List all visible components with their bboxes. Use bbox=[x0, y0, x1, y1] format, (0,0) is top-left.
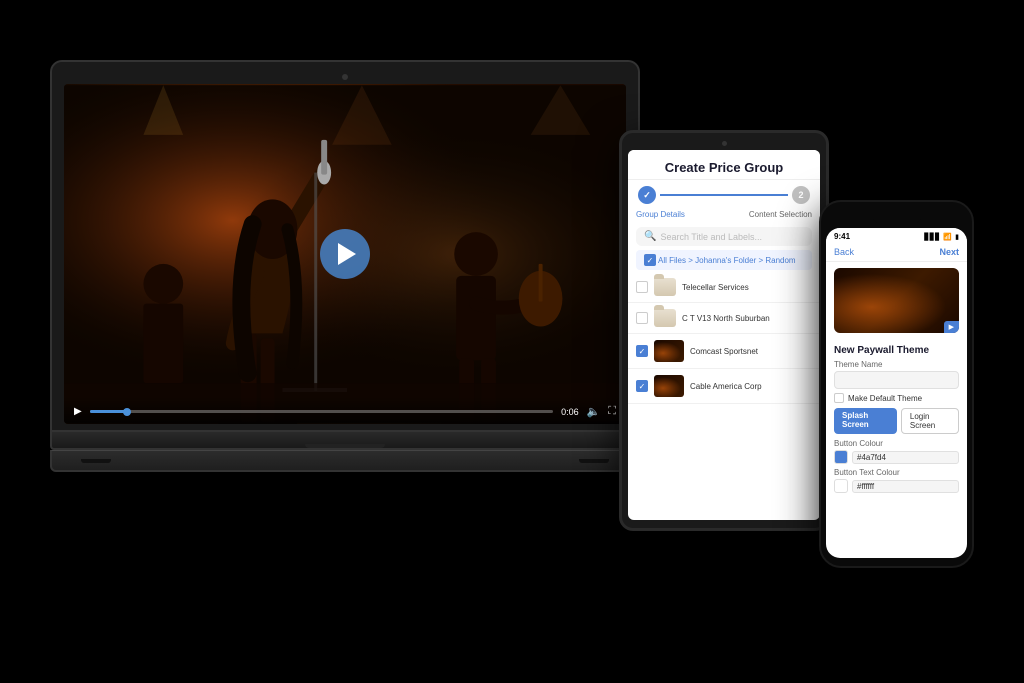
laptop-device: ▶ 0:06 🔈 ⛶ bbox=[50, 60, 640, 472]
step-1-icon: ✓ bbox=[643, 190, 651, 201]
button-colour-value[interactable]: #4a7fd4 bbox=[852, 451, 959, 464]
file-checkbox-2[interactable] bbox=[636, 312, 648, 324]
file-thumbnail-3 bbox=[654, 340, 684, 362]
laptop-base bbox=[50, 432, 640, 450]
fullscreen-icon[interactable]: ⛶ bbox=[608, 405, 616, 418]
button-text-colour-swatch[interactable] bbox=[834, 479, 848, 493]
phone-video-play-overlay: ▶ bbox=[944, 321, 959, 333]
file-item-1[interactable]: Telecellar Services bbox=[628, 272, 820, 303]
laptop-feet bbox=[81, 459, 608, 463]
splash-screen-button[interactable]: Splash Screen bbox=[834, 408, 897, 434]
search-icon: 🔍 bbox=[644, 231, 656, 242]
progress-fill bbox=[90, 410, 127, 413]
laptop-foot-right bbox=[579, 459, 609, 463]
step-2-circle[interactable]: 2 bbox=[792, 186, 810, 204]
default-theme-checkbox[interactable] bbox=[834, 393, 844, 403]
phone-next-button[interactable]: Next bbox=[939, 247, 959, 257]
step-labels: Group Details Content Selection bbox=[628, 210, 820, 223]
breadcrumb-checkbox[interactable]: ✓ bbox=[644, 254, 656, 266]
login-screen-button[interactable]: Login Screen bbox=[901, 408, 959, 434]
folder-icon-2 bbox=[654, 309, 676, 327]
file-item-2[interactable]: C T V13 North Suburban bbox=[628, 303, 820, 334]
button-text-colour-row: #ffffff bbox=[834, 479, 959, 493]
volume-icon[interactable]: 🔈 bbox=[587, 405, 601, 418]
phone-status-icons: ▊▊▊ 📶 ▮ bbox=[924, 232, 959, 241]
button-colour-row: #4a7fd4 bbox=[834, 450, 959, 464]
button-text-colour-label: Button Text Colour bbox=[834, 468, 959, 477]
screen-type-buttons: Splash Screen Login Screen bbox=[834, 408, 959, 434]
phone-paywall-section: New Paywall Theme Theme Name Make Defaul… bbox=[826, 339, 967, 434]
signal-icon: ▊▊▊ bbox=[924, 233, 940, 241]
tablet-camera bbox=[722, 141, 727, 146]
file-name-1: Telecellar Services bbox=[682, 283, 812, 292]
phone-section-title: New Paywall Theme bbox=[834, 345, 959, 356]
button-text-colour-value[interactable]: #ffffff bbox=[852, 480, 959, 493]
file-name-2: C T V13 North Suburban bbox=[682, 314, 812, 323]
phone-notch bbox=[872, 212, 922, 224]
file-checkbox-4[interactable] bbox=[636, 380, 648, 392]
tablet-title: Create Price Group bbox=[638, 160, 810, 175]
main-scene: ▶ 0:06 🔈 ⛶ bbox=[0, 0, 1024, 683]
play-pause-button[interactable]: ▶ bbox=[74, 406, 82, 417]
phone-color-section: Button Colour #4a7fd4 Button Text Colour… bbox=[826, 439, 967, 493]
wifi-icon: 📶 bbox=[943, 233, 952, 241]
tablet-search-bar[interactable]: 🔍 Search Title and Labels... bbox=[636, 227, 812, 246]
phone-header: Back Next bbox=[826, 243, 967, 262]
step-1-circle[interactable]: ✓ bbox=[638, 186, 656, 204]
file-checkbox-3[interactable] bbox=[636, 345, 648, 357]
phone-status-bar: 9:41 ▊▊▊ 📶 ▮ bbox=[826, 228, 967, 243]
phone-device: 9:41 ▊▊▊ 📶 ▮ Back Next ▶ New Paywall The… bbox=[819, 200, 974, 568]
theme-name-label: Theme Name bbox=[834, 360, 959, 369]
file-thumbnail-inner-3 bbox=[654, 340, 684, 362]
step-connector bbox=[660, 194, 788, 196]
stepper: ✓ 2 bbox=[628, 180, 820, 210]
file-item-4[interactable]: Cable America Corp bbox=[628, 369, 820, 404]
step-2-number: 2 bbox=[798, 190, 803, 200]
phone-time: 9:41 bbox=[834, 232, 850, 241]
step-1-label: Group Details bbox=[636, 210, 685, 219]
tablet-screen: Create Price Group ✓ 2 Group Details Con… bbox=[628, 150, 820, 520]
folder-icon-1 bbox=[654, 278, 676, 296]
button-colour-label: Button Colour bbox=[834, 439, 959, 448]
breadcrumb-text: All Files > Johanna's Folder > Random bbox=[658, 256, 796, 265]
play-icon bbox=[338, 243, 356, 265]
theme-name-input[interactable] bbox=[834, 371, 959, 389]
laptop-hinge bbox=[305, 444, 385, 448]
search-placeholder: Search Title and Labels... bbox=[660, 232, 762, 242]
phone-video-thumbnail[interactable]: ▶ bbox=[834, 268, 959, 333]
file-checkbox-1[interactable] bbox=[636, 281, 648, 293]
laptop-bezel: ▶ 0:06 🔈 ⛶ bbox=[50, 60, 640, 432]
file-thumbnail-4 bbox=[654, 375, 684, 397]
button-colour-swatch[interactable] bbox=[834, 450, 848, 464]
tablet-device: Create Price Group ✓ 2 Group Details Con… bbox=[619, 130, 829, 531]
file-name-4: Cable America Corp bbox=[690, 382, 812, 391]
progress-indicator bbox=[123, 408, 131, 416]
file-item-3[interactable]: Comcast Sportsnet bbox=[628, 334, 820, 369]
time-display: 0:06 bbox=[561, 407, 579, 417]
phone-screen: 9:41 ▊▊▊ 📶 ▮ Back Next ▶ New Paywall The… bbox=[826, 228, 967, 558]
default-theme-row[interactable]: Make Default Theme bbox=[834, 393, 959, 403]
play-button[interactable] bbox=[320, 229, 370, 279]
tablet-header: Create Price Group bbox=[628, 150, 820, 180]
file-thumbnail-inner-4 bbox=[654, 375, 684, 397]
progress-bar[interactable] bbox=[90, 410, 553, 413]
laptop-bottom bbox=[50, 450, 640, 472]
step-2-label: Content Selection bbox=[749, 210, 812, 219]
phone-back-button[interactable]: Back bbox=[834, 247, 854, 257]
laptop-screen: ▶ 0:06 🔈 ⛶ bbox=[64, 84, 626, 424]
laptop-camera bbox=[342, 74, 348, 80]
laptop-foot-left bbox=[81, 459, 111, 463]
tablet-breadcrumb[interactable]: ✓ All Files > Johanna's Folder > Random bbox=[636, 250, 812, 270]
video-controls: ▶ 0:06 🔈 ⛶ bbox=[64, 397, 626, 424]
default-theme-label: Make Default Theme bbox=[848, 394, 922, 403]
battery-icon: ▮ bbox=[955, 233, 959, 241]
breadcrumb-check-icon: ✓ bbox=[647, 256, 654, 265]
file-name-3: Comcast Sportsnet bbox=[690, 347, 812, 356]
